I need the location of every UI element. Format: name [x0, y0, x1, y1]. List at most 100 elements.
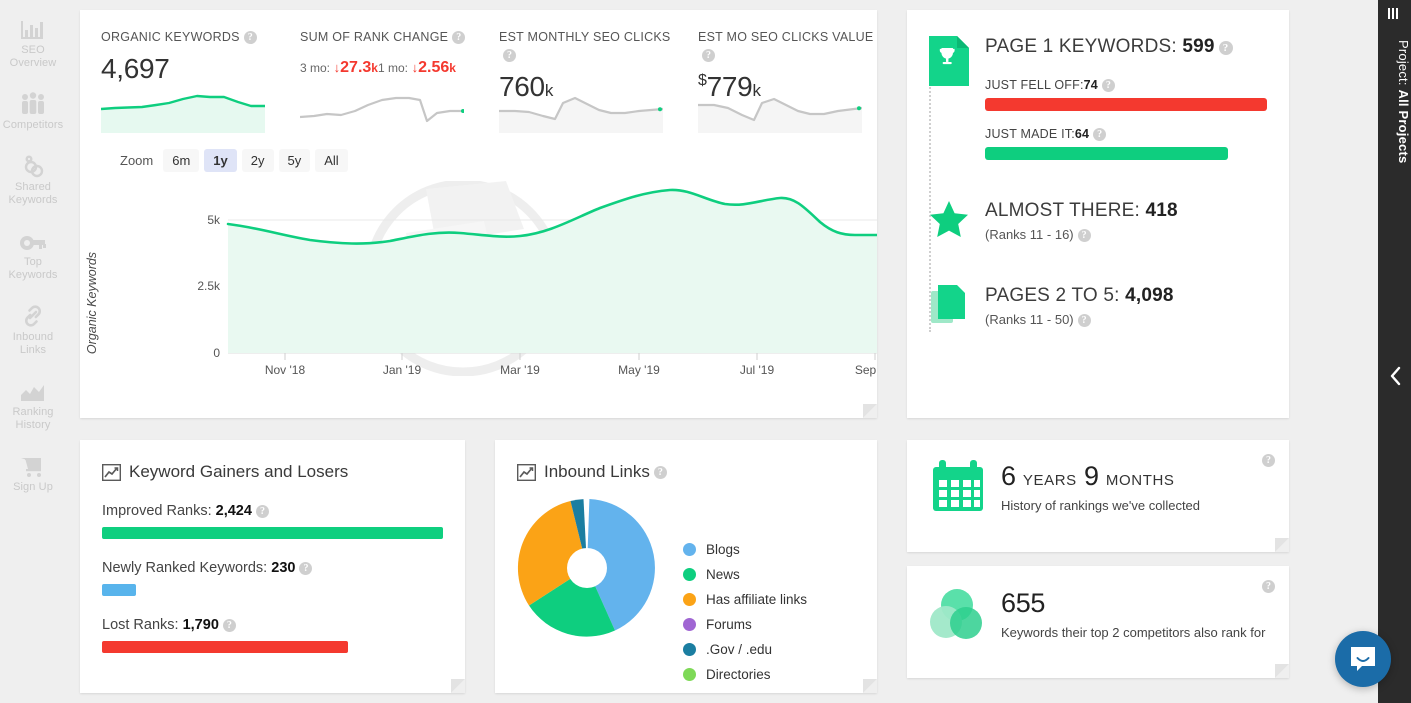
zoom-label: Zoom: [120, 153, 153, 168]
chart-canvas: 5k 2.5k 0 Nov '18 Jan '19 Ma: [80, 178, 877, 408]
chevron-left-icon[interactable]: [1388, 365, 1402, 392]
page1-keywords-body: PAGE 1 KEYWORDS: 599? JUST FELL OFF:74? …: [975, 36, 1267, 160]
just-fell-off-metric: JUST FELL OFF:74?: [985, 78, 1267, 111]
pages-2-to-5-count: 4,098: [1125, 285, 1174, 306]
help-icon[interactable]: ?: [1078, 229, 1091, 242]
page1-keywords-count: 599: [1182, 36, 1214, 57]
help-icon[interactable]: ?: [1219, 41, 1233, 55]
almost-there-title: ALMOST THERE: 418: [985, 200, 1267, 222]
legend-label: Has affiliate links: [706, 592, 807, 607]
just-fell-off-value: 74: [1084, 78, 1098, 92]
currency-symbol: $: [698, 72, 707, 89]
shared-card-body: 655 Keywords their top 2 competitors als…: [987, 588, 1265, 640]
help-icon[interactable]: ?: [1078, 314, 1091, 327]
overview-panel: ORGANIC KEYWORDS? 4,697 SUM OF RANK CHAN…: [80, 10, 877, 418]
legend-swatch: [683, 668, 696, 681]
help-icon[interactable]: ?: [1262, 580, 1275, 593]
page1-content: PAGE 1 KEYWORDS: 599? JUST FELL OFF:74? …: [907, 10, 1289, 332]
just-fell-off-bar: [985, 98, 1267, 111]
inbound-donut-chart[interactable]: [517, 496, 657, 641]
improved-ranks-label: Improved Ranks: 2,424?: [102, 503, 443, 519]
kpi-organic-keywords: ORGANIC KEYWORDS? 4,697: [80, 10, 279, 130]
help-icon[interactable]: ?: [702, 49, 715, 62]
improved-ranks-value: 2,424: [216, 503, 252, 519]
svg-text:2.5k: 2.5k: [197, 279, 221, 293]
chat-bubble-icon: [1348, 644, 1378, 674]
sidebar-item-seo-overview[interactable]: SEOOverview: [0, 4, 66, 79]
help-icon[interactable]: ?: [256, 505, 269, 518]
trend-chart-icon: [102, 464, 121, 481]
x-tick-label: May '19: [618, 363, 660, 377]
sparkline-rank-change: [300, 91, 464, 133]
help-icon[interactable]: ?: [1093, 128, 1106, 141]
page1-keywords-panel: PAGE 1 KEYWORDS: 599? JUST FELL OFF:74? …: [907, 10, 1289, 418]
legend-item-blogs: Blogs: [683, 542, 807, 557]
organic-keywords-chart[interactable]: Organic Keywords 5k 2.5k: [80, 178, 877, 408]
sidebar-item-label: Sign Up: [13, 481, 53, 494]
legend-label: News: [706, 567, 740, 582]
sidebar-item-competitors[interactable]: Competitors: [0, 79, 66, 141]
legend-label: .Gov / .edu: [706, 642, 772, 657]
help-icon[interactable]: ?: [223, 619, 236, 632]
legend-item-gov-edu: .Gov / .edu: [683, 642, 807, 657]
change-3mo-value: 27.3: [340, 59, 371, 76]
sidebar-item-inbound-links[interactable]: InboundLinks: [0, 291, 66, 366]
help-icon[interactable]: ?: [654, 466, 667, 479]
zoom-option-1y[interactable]: 1y: [204, 149, 236, 172]
legend-swatch: [683, 643, 696, 656]
help-icon[interactable]: ?: [1102, 79, 1115, 92]
help-icon[interactable]: ?: [244, 31, 257, 44]
help-icon[interactable]: ?: [503, 49, 516, 62]
inbound-links-panel: Inbound Links?: [495, 440, 877, 693]
page1-keywords-row: PAGE 1 KEYWORDS: 599? JUST FELL OFF:74? …: [929, 36, 1267, 160]
almost-there-body: ALMOST THERE: 418 (Ranks 11 - 16)?: [975, 200, 1267, 243]
calendar-icon: [929, 460, 987, 514]
sidebar-item-sign-up[interactable]: Sign Up: [0, 441, 66, 503]
legend-swatch: [683, 593, 696, 606]
just-made-it-metric: JUST MADE IT:64?: [985, 127, 1267, 160]
page1-keywords-title: PAGE 1 KEYWORDS: 599?: [985, 36, 1267, 58]
pages-icon: [929, 285, 975, 332]
legend-label: Directories: [706, 667, 771, 682]
just-fell-off-label: JUST FELL OFF:74?: [985, 78, 1267, 92]
kpi-est-monthly-seo-clicks: EST MONTHLY SEO CLICKS? 760k: [478, 10, 677, 130]
pages-2-to-5-title: PAGES 2 TO 5: 4,098: [985, 285, 1267, 307]
sidebar-item-top-keywords[interactable]: TopKeywords: [0, 216, 66, 291]
change-1mo-unit: k: [449, 61, 456, 75]
left-sidebar: SEOOverview Competitors SharedKeywords: [0, 0, 66, 703]
newly-ranked-label: Newly Ranked Keywords: 230?: [102, 560, 443, 576]
sidebar-item-ranking-history[interactable]: RankingHistory: [0, 366, 66, 441]
years-unit: YEARS: [1023, 472, 1077, 489]
intercom-chat-button[interactable]: [1335, 631, 1391, 687]
hamburger-icon[interactable]: [1388, 8, 1402, 20]
sparkline-clicks: [499, 91, 663, 133]
zoom-option-2y[interactable]: 2y: [242, 149, 274, 172]
zoom-option-5y[interactable]: 5y: [279, 149, 311, 172]
just-made-it-value: 64: [1075, 127, 1089, 141]
lost-ranks-bar: [102, 641, 348, 653]
right-rail: Project: All Projects: [1378, 0, 1411, 703]
sidebar-item-shared-keywords[interactable]: SharedKeywords: [0, 141, 66, 216]
svg-text:0: 0: [213, 346, 220, 360]
legend-item-directories: Directories: [683, 667, 807, 682]
shared-keywords-card: ? 655 Keywords their top 2 competitors a…: [907, 566, 1289, 678]
help-icon[interactable]: ?: [299, 562, 312, 575]
project-selector[interactable]: Project: All Projects: [1378, 36, 1411, 163]
help-icon[interactable]: ?: [452, 31, 465, 44]
kpi-est-mo-seo-clicks-value: EST MO SEO CLICKS VALUE? $779k: [677, 10, 876, 130]
area-chart-icon: [19, 375, 47, 403]
sidebar-item-label: Competitors: [3, 119, 63, 132]
lost-ranks-metric: Lost Ranks: 1,790?: [102, 617, 443, 653]
kpi-title: SUM OF RANK CHANGE: [300, 30, 448, 44]
zoom-option-all[interactable]: All: [315, 149, 347, 172]
key-icon: [19, 225, 47, 253]
help-icon[interactable]: ?: [1262, 454, 1275, 467]
legend-item-affiliate: Has affiliate links: [683, 592, 807, 607]
improved-ranks-metric: Improved Ranks: 2,424?: [102, 503, 443, 539]
bar-chart-icon: [20, 13, 46, 41]
inbound-title: Inbound Links: [544, 462, 650, 482]
zoom-option-6m[interactable]: 6m: [163, 149, 199, 172]
legend-label: Forums: [706, 617, 752, 632]
legend-swatch: [683, 568, 696, 581]
star-icon: [929, 200, 975, 243]
